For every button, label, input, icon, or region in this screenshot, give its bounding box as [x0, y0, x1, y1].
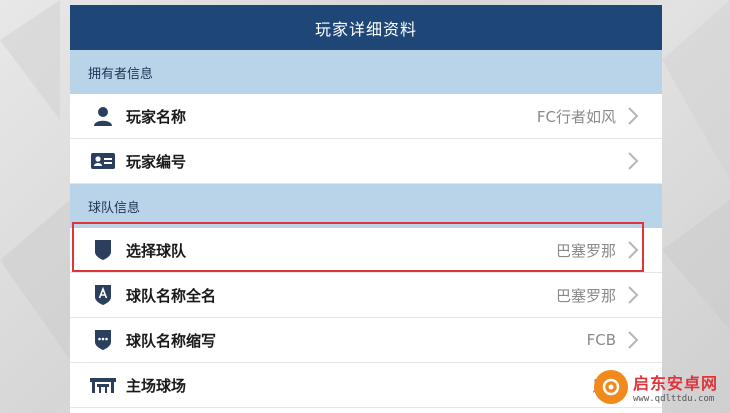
watermark: 启东安卓网 www.qdlttdu.com — [594, 365, 724, 409]
row-home-stadium[interactable]: 主场球场 足球 — [70, 363, 662, 408]
row-label: 选择球队 — [126, 241, 187, 260]
shield-icon — [90, 237, 116, 263]
watermark-name: 启东安卓网 — [633, 374, 719, 393]
row-select-team[interactable]: 选择球队 巴塞罗那 — [70, 228, 662, 273]
id-card-icon — [90, 148, 116, 174]
section-team-info: 球队信息 — [70, 184, 662, 228]
row-label: 玩家名称 — [126, 107, 187, 126]
chevron-right-icon — [622, 239, 644, 261]
select-team-value: 巴塞罗那 — [555, 241, 616, 260]
shield-a-icon — [90, 282, 116, 308]
shield-dots-icon — [90, 327, 116, 353]
row-label: 球队名称缩写 — [126, 331, 217, 350]
row-team-full-name[interactable]: 球队名称全名 巴塞罗那 — [70, 273, 662, 318]
stadium-icon — [90, 372, 116, 398]
chevron-right-icon — [622, 150, 644, 172]
watermark-url: www.qdlttdu.com — [633, 394, 715, 404]
row-label: 球队名称全名 — [126, 286, 217, 305]
player-name-value: FC行者如风 — [536, 107, 616, 126]
chevron-right-icon — [622, 105, 644, 127]
row-team-short-name[interactable]: 球队名称缩写 FCB — [70, 318, 662, 363]
row-label: 玩家编号 — [126, 152, 187, 171]
player-details-panel: 玩家详细资料 拥有者信息 玩家名称 FC行者如风 玩家编号 球队信息 选择球队 … — [70, 5, 662, 413]
page-title: 玩家详细资料 — [70, 5, 662, 50]
chevron-right-icon — [622, 284, 644, 306]
person-icon — [90, 103, 116, 129]
team-full-name-value: 巴塞罗那 — [555, 286, 616, 305]
row-player-id[interactable]: 玩家编号 — [70, 139, 662, 184]
team-short-name-value: FCB — [586, 331, 616, 349]
section-owner-info: 拥有者信息 — [70, 50, 662, 94]
watermark-logo-icon — [594, 370, 628, 404]
chevron-right-icon — [622, 329, 644, 351]
row-label: 主场球场 — [126, 376, 187, 395]
row-player-name[interactable]: 玩家名称 FC行者如风 — [70, 94, 662, 139]
